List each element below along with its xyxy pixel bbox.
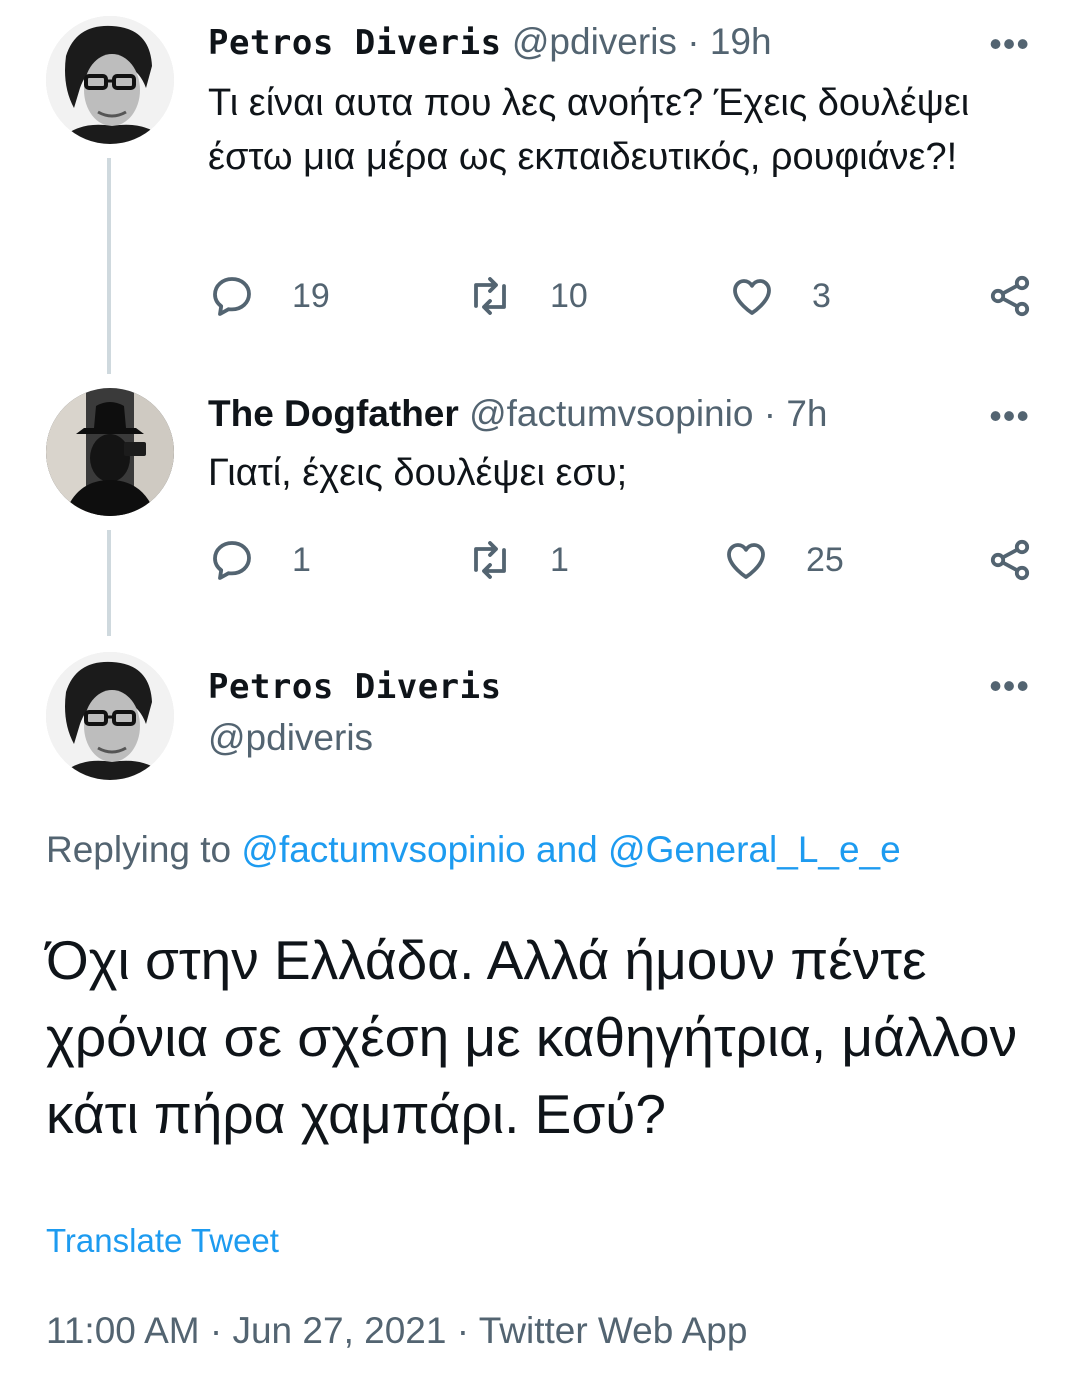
user-handle[interactable]: @factumvsopinio [469, 393, 753, 434]
tweet-1-actions: 19 10 3 [208, 268, 1038, 324]
thread-line-1 [107, 158, 111, 374]
display-name[interactable]: Petros Diveris [208, 23, 502, 63]
thread-line-2 [107, 530, 111, 636]
share-icon [990, 275, 1030, 317]
tweet-text: Όχι στην Ελλάδα. Αλλά ήμουν πέντε χρόνια… [46, 929, 1018, 1145]
more-icon[interactable]: ••• [989, 26, 1030, 62]
reply-button[interactable]: 19 [208, 268, 330, 324]
tweet-meta: 11:00 AM · Jun 27, 2021 · Twitter Web Ap… [46, 1310, 747, 1352]
reply-count: 1 [292, 540, 311, 579]
like-button[interactable]: 25 [722, 532, 844, 588]
share-icon [990, 539, 1030, 581]
tweet-time[interactable]: 11:00 AM [46, 1310, 200, 1351]
more-icon[interactable]: ••• [989, 668, 1030, 704]
reply-icon [213, 541, 251, 580]
retweet-count: 1 [550, 540, 569, 579]
retweet-button[interactable]: 1 [466, 532, 569, 588]
like-icon [727, 543, 765, 579]
main-display-name-row: Petros Diveris [208, 664, 502, 709]
retweet-icon [474, 541, 506, 579]
mention-link[interactable]: @factumvsopinio [241, 829, 525, 870]
retweet-icon [474, 277, 506, 315]
avatar-petros[interactable] [46, 652, 174, 780]
separator: · [456, 1310, 470, 1351]
like-button[interactable]: 3 [728, 268, 831, 324]
tweet-text: Τι είναι αυτα που λες ανοήτε? Έχεις δουλ… [208, 82, 970, 178]
separator: · [763, 393, 777, 434]
display-name[interactable]: The Dogfather [208, 393, 459, 434]
tweet-time[interactable]: 7h [786, 393, 827, 434]
more-icon[interactable]: ••• [989, 398, 1030, 434]
separator: · [687, 21, 700, 62]
tweet-2-header: The Dogfather @factumvsopinio · 7h [208, 392, 827, 436]
user-handle[interactable]: @pdiveris [512, 21, 677, 62]
replying-and[interactable]: and [536, 829, 598, 870]
replying-to: Replying to @factumvsopinio and @General… [46, 826, 901, 874]
like-count: 25 [806, 540, 844, 579]
display-name[interactable]: Petros Diveris [208, 667, 502, 707]
reply-count: 19 [292, 276, 330, 315]
user-handle[interactable]: @pdiveris [208, 716, 373, 760]
tweet-1-header: Petros Diveris @pdiveris · 19h [208, 20, 772, 65]
tweet-text: Γιατί, έχεις δουλέψει εσυ; [208, 452, 628, 494]
separator: · [209, 1310, 223, 1351]
mention-link[interactable]: @General_L_e_e [608, 829, 901, 870]
share-button[interactable] [986, 532, 1034, 588]
tweet-source[interactable]: Twitter Web App [479, 1310, 748, 1351]
reply-icon [213, 277, 251, 316]
tweet-2-actions: 1 1 25 [208, 532, 1038, 588]
reply-button[interactable]: 1 [208, 532, 311, 588]
replying-prefix: Replying to [46, 829, 232, 870]
like-count: 3 [812, 276, 831, 315]
retweet-count: 10 [550, 276, 588, 315]
like-icon [733, 279, 771, 315]
retweet-button[interactable]: 10 [466, 268, 588, 324]
translate-tweet-link[interactable]: Translate Tweet [46, 1222, 279, 1260]
avatar-petros[interactable] [46, 16, 174, 144]
share-button[interactable] [986, 268, 1034, 324]
tweet-date[interactable]: Jun 27, 2021 [232, 1310, 446, 1351]
tweet-time[interactable]: 19h [710, 21, 772, 62]
avatar-dogfather[interactable] [46, 388, 174, 516]
